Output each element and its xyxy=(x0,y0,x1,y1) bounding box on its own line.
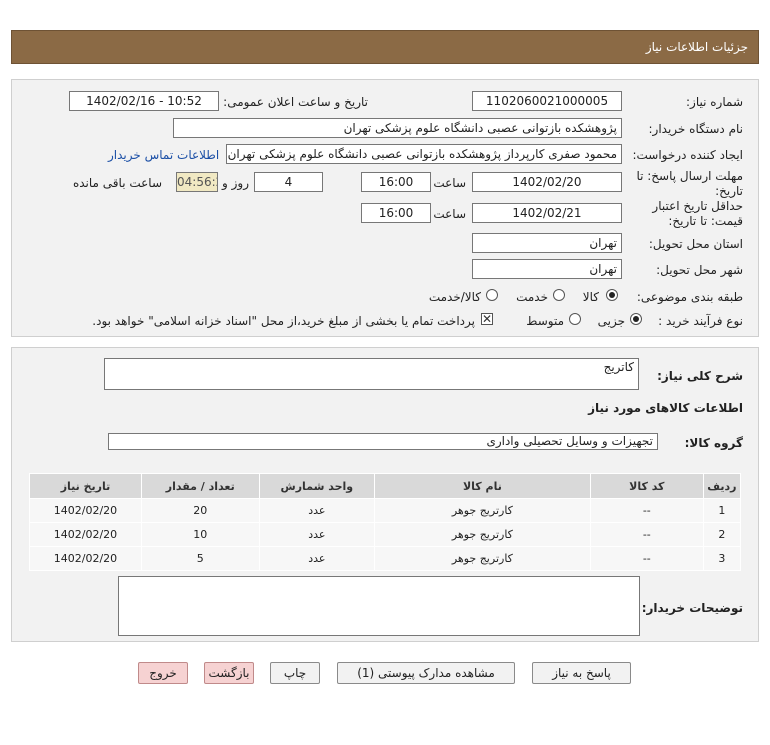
process-type-label: نوع فرآیند خرید : xyxy=(658,314,743,328)
quantity-cell: 10 xyxy=(140,522,260,547)
col-unit-header: واحد شمارش xyxy=(258,473,376,499)
category-service-radio[interactable] xyxy=(553,289,565,301)
category-label: طبقه بندی موضوعی: xyxy=(636,290,743,304)
need-number-label: شماره نیاز: xyxy=(686,95,743,109)
col-row-header: ردیف xyxy=(702,473,742,499)
validity-time-label: ساعت xyxy=(433,207,466,221)
treasury-payment-checkbox[interactable]: ✕ xyxy=(481,313,493,325)
treasury-payment-note: پرداخت تمام یا بخشی از مبلغ خرید،از محل … xyxy=(92,314,475,328)
process-medium-label: متوسط xyxy=(526,314,564,328)
reply-button[interactable]: پاسخ به نیاز xyxy=(532,662,631,684)
buyer-contact-link[interactable]: اطلاعات تماس خریدار xyxy=(108,148,219,162)
goods-group-label: گروه کالا: xyxy=(684,436,743,450)
col-date-header: تاریخ نیاز xyxy=(29,473,142,499)
page-title: جزئیات اطلاعات نیاز xyxy=(645,40,748,54)
city-label: شهر محل تحویل: xyxy=(656,263,743,277)
remaining-time-field: 04:56:26 xyxy=(176,172,218,192)
item-name-cell: کارتریج جوهر xyxy=(374,546,591,571)
goods-table: ردیف کد کالا نام کالا واحد شمارش تعداد /… xyxy=(29,473,742,571)
province-label: استان محل تحویل: xyxy=(648,237,743,251)
deadline-date-field: 1402/02/20 xyxy=(472,172,622,192)
category-goods-label: کالا xyxy=(582,290,599,304)
quantity-cell: 20 xyxy=(140,498,260,523)
col-code-header: کد کالا xyxy=(589,473,704,499)
item-code-cell: -- xyxy=(589,546,704,571)
page-header: جزئیات اطلاعات نیاز xyxy=(11,30,759,64)
summary-field: کاتریج xyxy=(104,358,639,390)
buyer-org-label: نام دستگاه خریدار: xyxy=(648,122,744,136)
need-number-field: 1102060021000005 xyxy=(472,91,622,111)
col-qty-header: تعداد / مقدار xyxy=(140,473,260,499)
validity-time-field: 16:00 xyxy=(361,203,431,223)
print-button[interactable]: چاپ xyxy=(270,662,320,684)
goods-table-header: ردیف کد کالا نام کالا واحد شمارش تعداد /… xyxy=(29,473,742,499)
row-number-cell: 1 xyxy=(702,498,742,523)
buyer-notes-field xyxy=(118,576,640,636)
days-label: روز و xyxy=(222,176,249,190)
need-date-cell: 1402/02/20 xyxy=(29,498,142,523)
announce-label: تاریخ و ساعت اعلان عمومی: xyxy=(223,95,368,109)
summary-label: شرح کلی نیاز: xyxy=(657,369,743,383)
validity-label: حداقل تاریخ اعتبار xyxy=(652,199,743,213)
process-minor-radio[interactable] xyxy=(630,313,642,325)
deadline-time-field: 16:00 xyxy=(361,172,431,192)
item-code-cell: -- xyxy=(589,498,704,523)
unit-cell: عدد xyxy=(258,546,376,571)
view-attachments-button[interactable]: مشاهده مدارک پیوستی (1) xyxy=(337,662,515,684)
process-medium-radio[interactable] xyxy=(569,313,581,325)
unit-cell: عدد xyxy=(258,498,376,523)
category-goods-radio[interactable] xyxy=(606,289,618,301)
category-both-radio[interactable] xyxy=(486,289,498,301)
goods-group-field: تجهیزات و وسایل تحصیلی واداری xyxy=(108,433,658,450)
deadline-label-2: تاریخ: xyxy=(715,184,743,198)
table-row: 3 -- کارتریج جوهر عدد 5 1402/02/20 xyxy=(29,546,742,571)
category-service-label: خدمت xyxy=(516,290,548,304)
buyer-notes-label: توضیحات خریدار: xyxy=(641,601,743,615)
requester-label: ایجاد کننده درخواست: xyxy=(632,148,743,162)
item-name-cell: کارتریج جوهر xyxy=(374,498,591,523)
need-date-cell: 1402/02/20 xyxy=(29,546,142,571)
table-row: 2 -- کارتریج جوهر عدد 10 1402/02/20 xyxy=(29,522,742,547)
unit-cell: عدد xyxy=(258,522,376,547)
goods-info-heading: اطلاعات کالاهای مورد نیاز xyxy=(588,401,743,415)
row-number-cell: 3 xyxy=(702,546,742,571)
category-both-label: کالا/خدمت xyxy=(428,290,481,304)
validity-date-field: 1402/02/21 xyxy=(472,203,622,223)
col-name-header: نام کالا xyxy=(374,473,591,499)
item-name-cell: کارتریج جوهر xyxy=(374,522,591,547)
quantity-cell: 5 xyxy=(140,546,260,571)
buyer-org-field: پژوهشکده بازتوانی عصبی دانشگاه علوم پزشک… xyxy=(173,118,622,138)
province-field: تهران xyxy=(472,233,622,253)
back-button[interactable]: بازگشت xyxy=(204,662,254,684)
exit-button[interactable]: خروج xyxy=(138,662,188,684)
city-field: تهران xyxy=(472,259,622,279)
table-row: 1 -- کارتریج جوهر عدد 20 1402/02/20 xyxy=(29,498,742,523)
days-field: 4 xyxy=(254,172,323,192)
row-number-cell: 2 xyxy=(702,522,742,547)
need-date-cell: 1402/02/20 xyxy=(29,522,142,547)
deadline-time-label: ساعت xyxy=(433,176,466,190)
deadline-label: مهلت ارسال پاسخ: تا xyxy=(636,169,743,183)
item-code-cell: -- xyxy=(589,522,704,547)
requester-field: محمود صفری کارپرداز پژوهشکده بازتوانی عص… xyxy=(226,144,622,164)
remaining-label: ساعت باقی مانده xyxy=(72,176,162,190)
process-minor-label: جزیی xyxy=(597,314,625,328)
validity-label-2: قیمت: تا تاریخ: xyxy=(668,214,743,228)
announce-datetime-field: 1402/02/16 - 10:52 xyxy=(69,91,219,111)
